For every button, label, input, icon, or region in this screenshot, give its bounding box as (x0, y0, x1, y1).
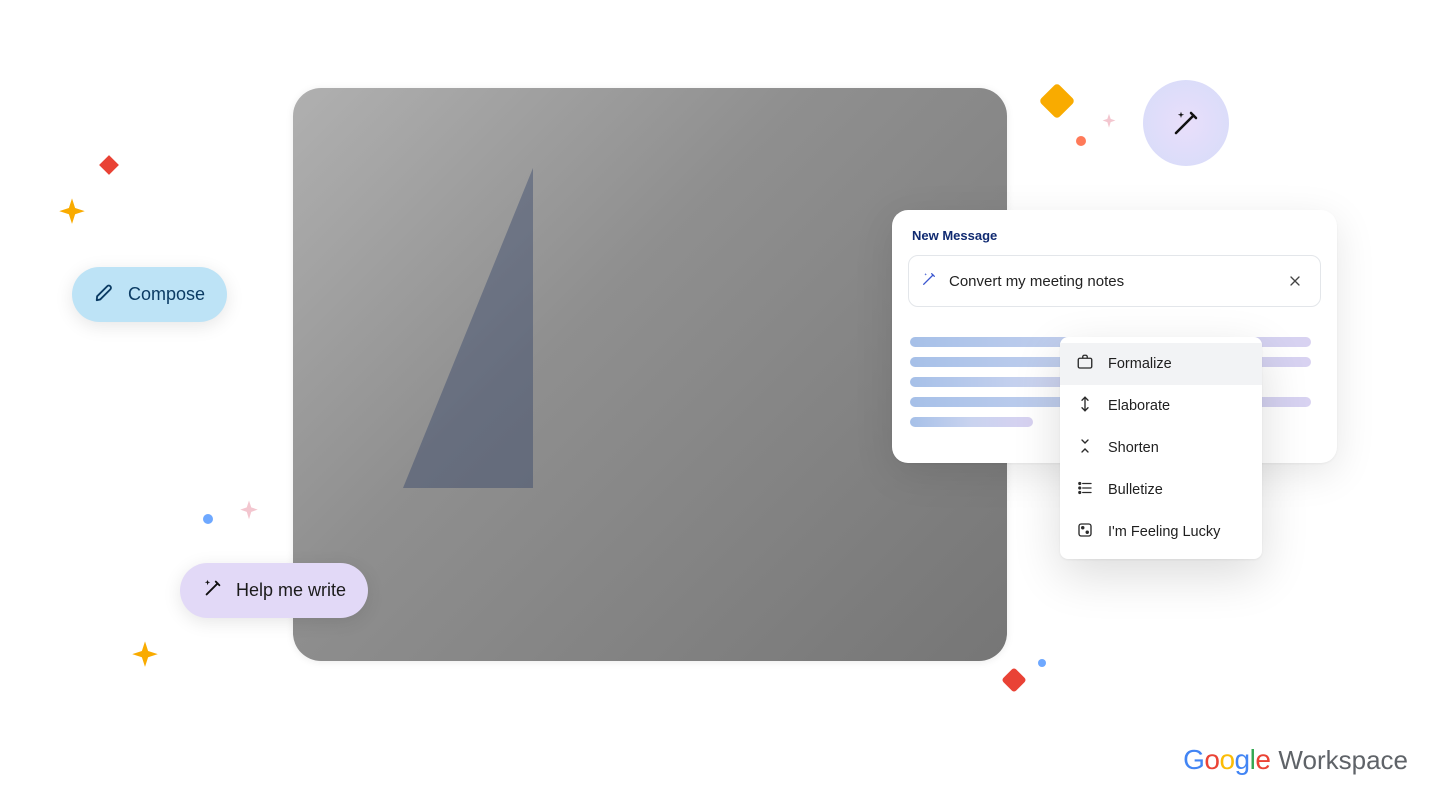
pen-icon (94, 281, 116, 308)
dot-blue-icon (1038, 659, 1046, 667)
sparkle-pink-icon (234, 498, 264, 528)
workspace-wordmark: Workspace (1278, 745, 1408, 776)
menu-item-label: Formalize (1108, 356, 1172, 372)
close-button[interactable] (1282, 268, 1308, 294)
menu-item-elaborate[interactable]: Elaborate (1060, 385, 1262, 427)
menu-item-shorten[interactable]: Shorten (1060, 427, 1262, 469)
dot-red-icon (1076, 136, 1086, 146)
menu-item-label: Shorten (1108, 440, 1159, 456)
dice-icon (1076, 521, 1094, 543)
sparkle-yellow-icon (55, 197, 89, 231)
google-workspace-logo: Google Workspace (1183, 744, 1408, 776)
dot-blue-icon (203, 514, 213, 524)
compose-button[interactable]: Compose (72, 267, 227, 322)
compose-label: Compose (128, 284, 205, 305)
card-title: New Message (912, 228, 1319, 243)
collapse-vertical-icon (1076, 437, 1094, 459)
menu-item-formalize[interactable]: Formalize (1060, 343, 1262, 385)
prompt-input[interactable]: Convert my meeting notes (908, 255, 1321, 307)
diamond-red-icon (1001, 667, 1026, 692)
magic-wand-icon (921, 271, 937, 292)
menu-item-label: I'm Feeling Lucky (1108, 524, 1220, 540)
google-wordmark: Google (1183, 744, 1270, 776)
menu-item-label: Elaborate (1108, 398, 1170, 414)
magic-wand-icon (202, 577, 224, 604)
briefcase-icon (1076, 353, 1094, 375)
diamond-yellow-icon (1039, 83, 1076, 120)
sparkle-pink-icon (1098, 112, 1120, 134)
sparkle-yellow-icon (128, 640, 162, 674)
help-me-write-button[interactable]: Help me write (180, 563, 368, 618)
refine-menu: Formalize Elaborate Shorten Bulletize I'… (1060, 337, 1262, 559)
help-me-write-label: Help me write (236, 580, 346, 601)
diamond-red-icon (99, 155, 119, 175)
menu-item-bulletize[interactable]: Bulletize (1060, 469, 1262, 511)
prompt-text: Convert my meeting notes (949, 273, 1124, 290)
magic-wand-badge (1143, 80, 1229, 166)
expand-vertical-icon (1076, 395, 1094, 417)
menu-item-label: Bulletize (1108, 482, 1163, 498)
list-icon (1076, 479, 1094, 501)
menu-item-feeling-lucky[interactable]: I'm Feeling Lucky (1060, 511, 1262, 553)
